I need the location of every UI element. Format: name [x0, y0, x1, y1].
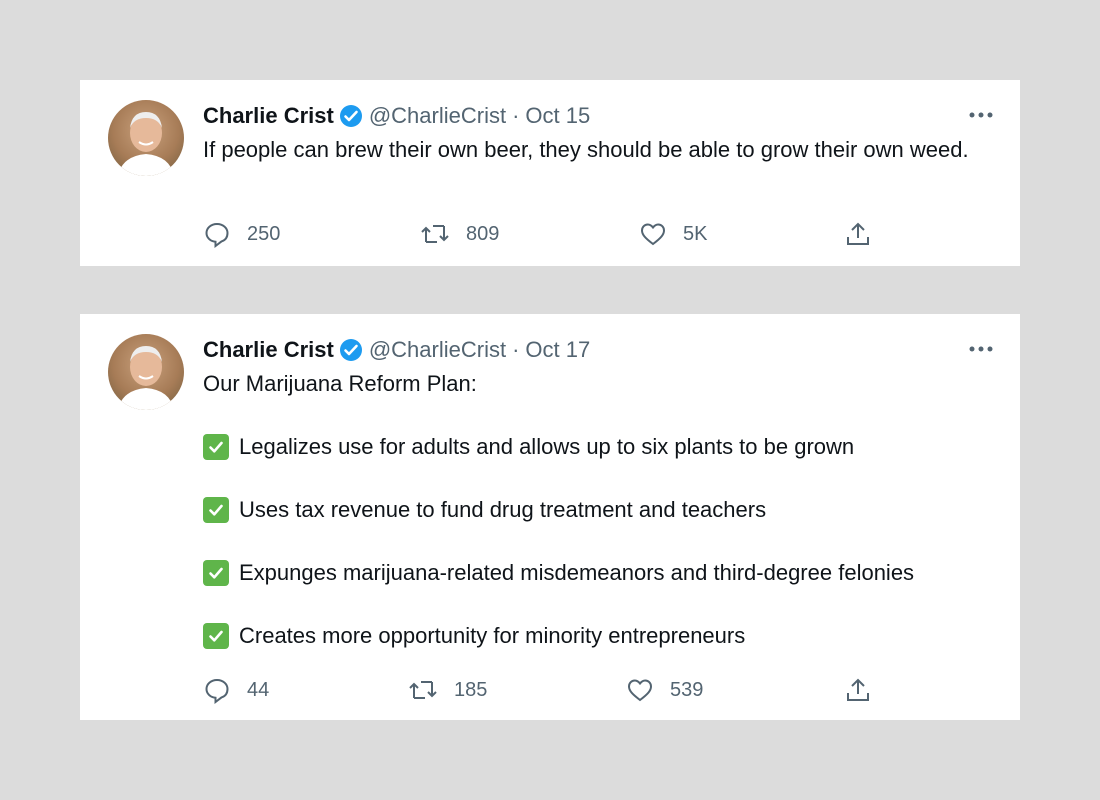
reply-count: 44 — [247, 678, 270, 701]
tweet-date[interactable]: Oct 17 — [525, 336, 590, 364]
tweet-text: If people can brew their own beer, they … — [203, 134, 993, 166]
retweet-count: 809 — [466, 222, 500, 245]
reply-icon — [205, 222, 229, 248]
list-item-text: Uses tax revenue to fund drug treatment … — [239, 497, 767, 522]
avatar[interactable] — [108, 334, 184, 410]
tweet-body: If people can brew their own beer, they … — [203, 137, 969, 162]
tweet-intro: Our Marijuana Reform Plan: — [203, 371, 477, 396]
verified-badge-icon — [339, 104, 363, 128]
reply-count: 250 — [247, 222, 281, 245]
tweet-card[interactable]: Charlie Crist @CharlieCrist · Oct 15 If … — [80, 80, 1020, 266]
tweet-text: Our Marijuana Reform Plan: Legalizes use… — [203, 368, 993, 652]
tweet-actions: 250 809 5K — [203, 219, 883, 249]
share-button[interactable] — [844, 219, 888, 249]
author-handle[interactable]: @CharlieCrist — [369, 102, 506, 130]
retweet-button[interactable]: 185 — [408, 675, 487, 705]
tweet-date[interactable]: Oct 15 — [525, 102, 590, 130]
like-button[interactable]: 5K — [639, 219, 707, 249]
check-mark-icon — [203, 434, 229, 460]
list-item-text: Legalizes use for adults and allows up t… — [239, 434, 855, 459]
list-item: Expunges marijuana-related misdemeanors … — [203, 557, 993, 589]
tweet-header: Charlie Crist @CharlieCrist · Oct 17 — [203, 336, 590, 364]
share-button[interactable] — [844, 675, 888, 705]
share-icon — [847, 222, 869, 245]
like-count: 5K — [683, 222, 708, 245]
tweet-actions: 44 185 539 — [203, 675, 883, 705]
list-item: Legalizes use for adults and allows up t… — [203, 431, 993, 463]
header-separator: · — [512, 103, 520, 128]
check-mark-icon — [203, 623, 229, 649]
author-name[interactable]: Charlie Crist — [203, 336, 334, 364]
share-icon — [847, 678, 869, 701]
author-name[interactable]: Charlie Crist — [203, 102, 334, 130]
more-options-icon[interactable] — [966, 102, 996, 128]
like-count: 539 — [670, 678, 704, 701]
check-mark-icon — [203, 560, 229, 586]
list-item: Uses tax revenue to fund drug treatment … — [203, 494, 993, 526]
tweet-header: Charlie Crist @CharlieCrist · Oct 15 — [203, 102, 590, 130]
check-mark-icon — [203, 497, 229, 523]
like-icon — [640, 223, 666, 246]
retweet-button[interactable]: 809 — [420, 219, 499, 249]
author-handle[interactable]: @CharlieCrist — [369, 336, 506, 364]
reply-button[interactable]: 44 — [203, 675, 269, 705]
like-icon — [627, 679, 653, 702]
avatar[interactable] — [108, 100, 184, 176]
retweet-count: 185 — [454, 678, 488, 701]
reply-button[interactable]: 250 — [203, 219, 280, 249]
list-item-text: Expunges marijuana-related misdemeanors … — [239, 560, 915, 585]
verified-badge-icon — [339, 338, 363, 362]
retweet-icon — [421, 225, 449, 243]
like-button[interactable]: 539 — [626, 675, 703, 705]
more-options-icon[interactable] — [966, 336, 996, 362]
reply-icon — [205, 678, 229, 704]
tweet-card[interactable]: Charlie Crist @CharlieCrist · Oct 17 Our… — [80, 314, 1020, 720]
header-separator: · — [512, 337, 520, 362]
list-item-text: Creates more opportunity for minority en… — [239, 623, 746, 648]
list-item: Creates more opportunity for minority en… — [203, 620, 993, 652]
retweet-icon — [409, 681, 437, 699]
